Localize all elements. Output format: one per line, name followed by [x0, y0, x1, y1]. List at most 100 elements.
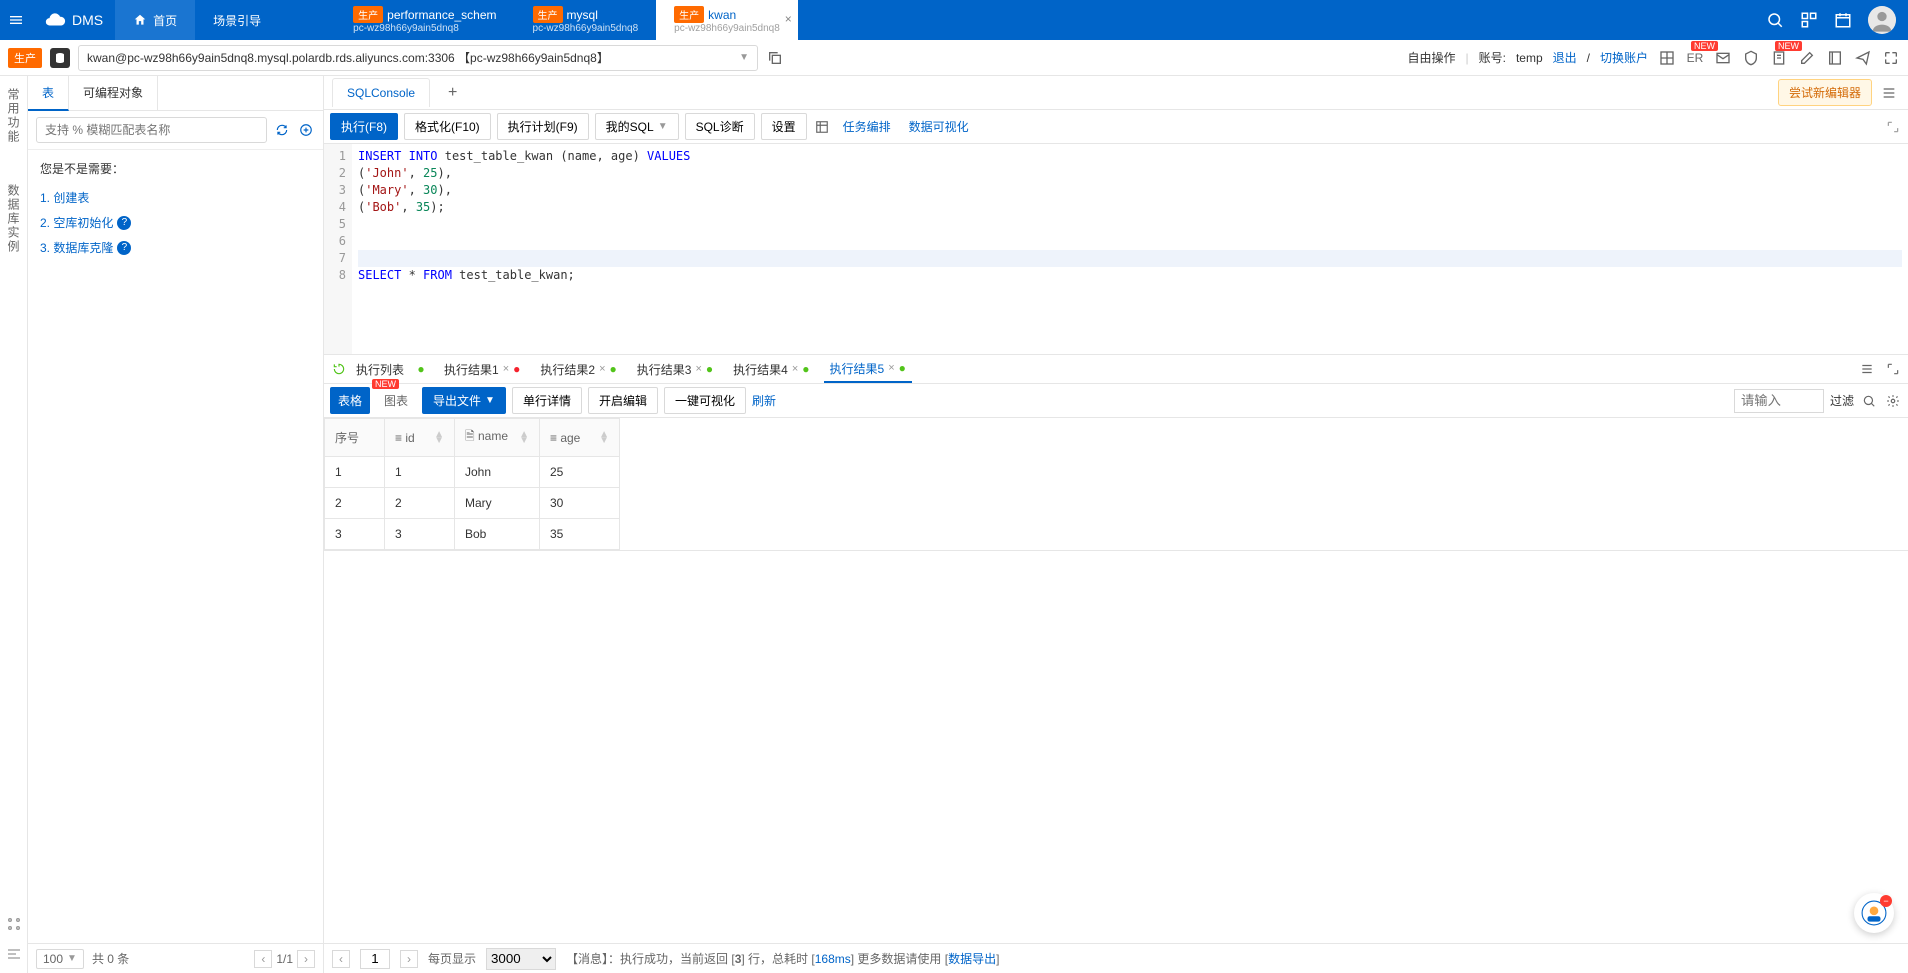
per-page-select[interactable]: 3000 [486, 948, 556, 970]
export-button[interactable]: 导出文件 ▼ [422, 387, 506, 414]
add-icon[interactable] [297, 121, 315, 139]
plan-button[interactable]: 执行计划(F9) [497, 113, 589, 140]
edit-button[interactable]: 开启编辑 [588, 387, 658, 414]
apps-icon[interactable] [5, 915, 23, 933]
gear-icon[interactable] [1884, 392, 1902, 410]
page-size-selector[interactable]: 100▼ [36, 949, 84, 969]
close-icon[interactable]: × [695, 363, 701, 375]
result-tab[interactable]: 执行结果4 × ● [727, 357, 815, 382]
expand-result-icon[interactable] [1884, 360, 1902, 378]
status-bar: ‹ › 每页显示 3000 【消息】：执行成功，当前返回 [3] 行，总耗时 [… [324, 943, 1908, 973]
code-area[interactable]: INSERT INTO test_table_kwan (name, age) … [352, 144, 1908, 354]
rail-item-common[interactable]: 常用功能 [5, 88, 22, 144]
result-tab[interactable]: 执行结果1 × ● [438, 357, 526, 382]
export-link[interactable]: 数据导出 [948, 952, 996, 966]
refresh-icon[interactable] [273, 121, 291, 139]
sidebar-tab-tables[interactable]: 表 [28, 76, 69, 111]
switch-account-link[interactable]: 切换账户 [1600, 49, 1648, 66]
tab-sqlconsole[interactable]: SQLConsole [332, 78, 430, 107]
next-page[interactable]: › [297, 950, 315, 968]
help-floating-button[interactable]: − [1854, 893, 1894, 933]
copy-icon[interactable] [766, 49, 784, 67]
table-row[interactable]: 33Bob35 [325, 519, 620, 550]
connection-bar: 生产 kwan@pc-wz98h66y9ain5dnq8.mysql.polar… [0, 40, 1908, 76]
refresh-link[interactable]: 刷新 [752, 392, 776, 409]
calendar-icon[interactable] [1834, 11, 1852, 29]
table-row[interactable]: 11John25 [325, 457, 620, 488]
mail-icon[interactable] [1714, 49, 1732, 67]
logo[interactable]: DMS [32, 9, 115, 31]
help-icon[interactable]: ? [117, 216, 131, 230]
send-icon[interactable] [1854, 49, 1872, 67]
search-icon[interactable] [1766, 11, 1784, 29]
grid-mode-tab[interactable]: 表格 [330, 387, 370, 414]
shield-icon[interactable] [1742, 49, 1760, 67]
row-detail-button[interactable]: 单行详情 [512, 387, 582, 414]
link-create-table[interactable]: 1. 创建表 [40, 185, 311, 210]
history-icon[interactable] [330, 360, 348, 378]
avatar[interactable] [1868, 6, 1896, 34]
column-header[interactable]: ≡ id▲▼ [385, 419, 455, 457]
sql-editor[interactable]: 12345678 INSERT INTO test_table_kwan (na… [324, 144, 1908, 354]
menu-icon[interactable] [1880, 84, 1898, 102]
doc-icon[interactable]: NEW [1770, 49, 1788, 67]
prev-page[interactable]: ‹ [254, 950, 272, 968]
result-tab[interactable]: 执行结果3 × ● [631, 357, 719, 382]
table-row[interactable]: 22Mary30 [325, 488, 620, 519]
status-next[interactable]: › [400, 950, 418, 968]
table-search-input[interactable] [36, 117, 267, 143]
diagnose-button[interactable]: SQL诊断 [685, 113, 755, 140]
result-tab[interactable]: 执行结果2 × ● [534, 357, 622, 382]
task-link[interactable]: 任务编排 [837, 118, 897, 135]
top-tab[interactable]: 生产kwanpc-wz98h66y9ain5dnq8× [656, 0, 798, 40]
chart-mode-tab[interactable]: NEW图表 [376, 387, 416, 414]
top-tab[interactable]: 首页 [115, 0, 195, 40]
extension-icon[interactable] [1800, 11, 1818, 29]
close-icon[interactable]: × [785, 12, 792, 26]
total-count: 共 0 条 [92, 950, 129, 967]
book-icon[interactable] [1826, 49, 1844, 67]
try-new-editor-button[interactable]: 尝试新编辑器 [1778, 79, 1872, 106]
link-init-db[interactable]: 2. 空库初始化? [40, 210, 311, 235]
left-rail: 常用功能 数据库实例 [0, 76, 28, 973]
column-header[interactable]: 🗎 name▲▼ [455, 419, 540, 457]
logout-link[interactable]: 退出 [1553, 49, 1577, 66]
list-icon[interactable] [1858, 360, 1876, 378]
table-icon[interactable] [813, 118, 831, 136]
status-page-input[interactable] [360, 949, 390, 969]
column-header[interactable]: ≡ age▲▼ [540, 419, 620, 457]
viz-link[interactable]: 数据可视化 [903, 118, 975, 135]
edit-icon[interactable] [1798, 49, 1816, 67]
close-icon[interactable]: × [792, 363, 798, 375]
column-header[interactable]: 序号 [325, 419, 385, 457]
search-result-icon[interactable] [1860, 392, 1878, 410]
result-tab[interactable]: 执行结果5 × ● [824, 356, 912, 383]
collapse-icon[interactable] [5, 945, 23, 963]
filter-label[interactable]: 过滤 [1830, 392, 1854, 409]
menu-button[interactable] [0, 0, 32, 40]
er-button[interactable]: ERNEW [1686, 49, 1704, 67]
settings-button[interactable]: 设置 [761, 113, 807, 140]
rail-item-db[interactable]: 数据库实例 [5, 184, 22, 254]
oneclick-viz-button[interactable]: 一键可视化 [664, 387, 746, 414]
execute-button[interactable]: 执行(F8) [330, 113, 398, 140]
link-clone-db[interactable]: 3. 数据库克隆? [40, 235, 311, 260]
top-tab[interactable]: 生产performance_schempc-wz98h66y9ain5dnq8 [335, 0, 514, 40]
close-icon[interactable]: × [888, 362, 894, 374]
mysql-button[interactable]: 我的SQL ▼ [595, 113, 679, 140]
add-tab-button[interactable]: + [434, 77, 471, 109]
exec-list-label[interactable]: 执行列表 [356, 361, 404, 378]
help-icon[interactable]: ? [117, 241, 131, 255]
filter-input[interactable] [1734, 389, 1824, 413]
close-icon[interactable]: × [599, 363, 605, 375]
grid-icon[interactable] [1658, 49, 1676, 67]
sidebar-tab-programmable[interactable]: 可编程对象 [69, 76, 158, 110]
expand-icon[interactable] [1884, 118, 1902, 136]
top-tab[interactable]: 生产mysqlpc-wz98h66y9ain5dnq8 [515, 0, 657, 40]
fullscreen-icon[interactable] [1882, 49, 1900, 67]
top-tab[interactable]: 场景引导 [195, 0, 335, 40]
close-icon[interactable]: × [503, 363, 509, 375]
format-button[interactable]: 格式化(F10) [404, 113, 491, 140]
status-prev[interactable]: ‹ [332, 950, 350, 968]
connection-selector[interactable]: kwan@pc-wz98h66y9ain5dnq8.mysql.polardb.… [78, 45, 758, 71]
